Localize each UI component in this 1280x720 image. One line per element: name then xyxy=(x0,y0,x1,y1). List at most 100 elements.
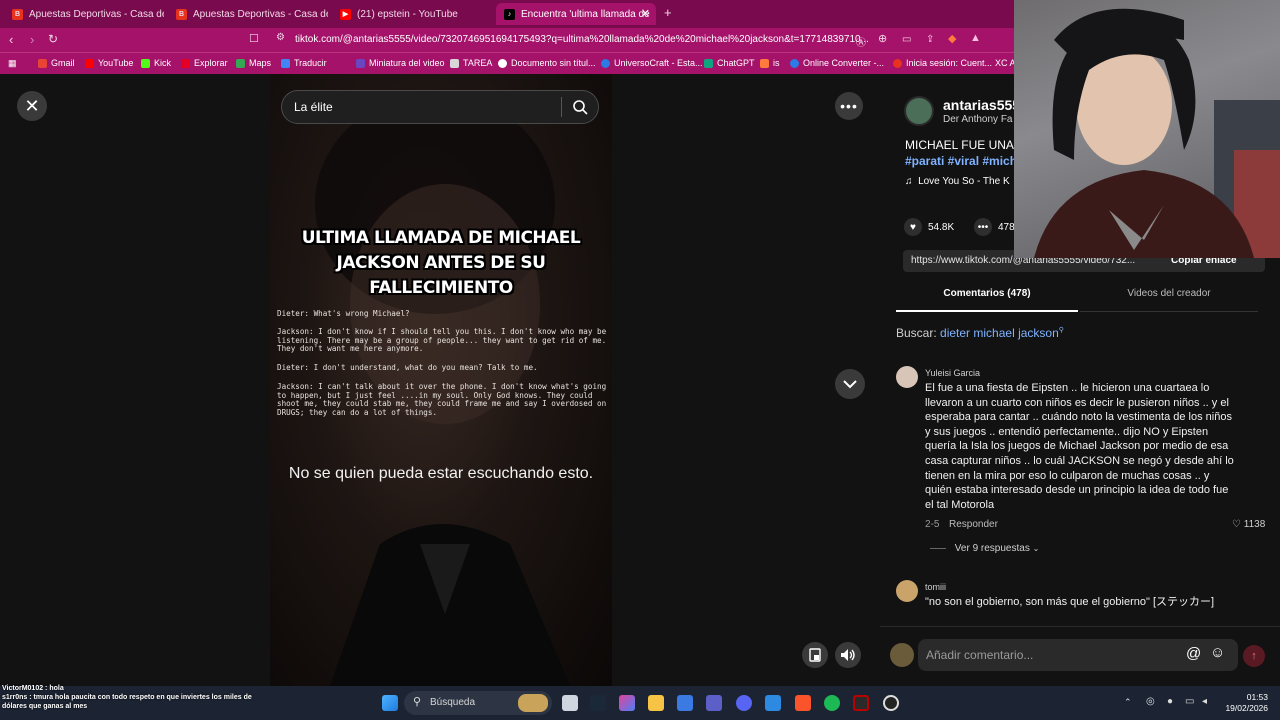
chevron-up-icon[interactable]: ⌃ xyxy=(1124,697,1132,708)
music-link[interactable]: ♫ Love You So - The K xyxy=(905,176,1010,187)
search-term[interactable]: dieter michael jackson xyxy=(940,326,1059,340)
send-comment-button[interactable]: ↑ xyxy=(1243,645,1265,667)
comment-composer: Añadir comentario... @ ☺ ↑ xyxy=(880,626,1280,686)
bookmark-gmail[interactable]: Gmail xyxy=(38,58,75,68)
bookmark-kick[interactable]: Kick xyxy=(141,58,171,68)
microphone-icon[interactable]: ● xyxy=(1167,696,1173,707)
divider-line xyxy=(930,547,946,549)
search-input[interactable]: La élite xyxy=(294,100,333,114)
browser-tab[interactable]: ▶ (21) epstein - YouTube xyxy=(332,3,492,25)
translate-icon[interactable]: Ⓐ xyxy=(856,34,866,49)
bookmark-miniatura[interactable]: Miniatura del video xyxy=(356,58,445,68)
app-icon[interactable] xyxy=(853,695,869,711)
mail-icon[interactable] xyxy=(765,695,781,711)
emoji-icon[interactable]: ☺ xyxy=(1210,644,1225,661)
task-view-icon[interactable] xyxy=(562,695,578,711)
webcam-feed xyxy=(1034,8,1280,258)
url-field[interactable]: tiktok.com/@antarias5555/video/732074695… xyxy=(295,34,869,45)
browser-tab[interactable]: B Apuestas Deportivas - Casa de Apue xyxy=(4,3,164,25)
heart-outline-icon: ♡ xyxy=(1232,519,1241,530)
system-clock[interactable]: 01:53 19/02/2026 xyxy=(1218,692,1268,714)
tab-label: Encuentra 'ultima llamada de xyxy=(521,8,650,20)
pip-icon xyxy=(809,648,821,662)
mention-icon[interactable]: @ xyxy=(1186,645,1201,662)
browser-tab-active[interactable]: ♪ Encuentra 'ultima llamada de ✕ xyxy=(496,3,656,25)
bookmark-explorar[interactable]: Explorar xyxy=(181,58,228,68)
close-icon[interactable]: ✕ xyxy=(17,91,47,121)
steam-icon[interactable] xyxy=(590,695,606,711)
taskbar-search[interactable]: ⚲ Búsqueda xyxy=(404,691,552,715)
share-icon[interactable]: ⇪ xyxy=(926,34,934,45)
commenter-avatar[interactable] xyxy=(896,580,918,602)
commenter-avatar[interactable] xyxy=(896,366,918,388)
calendar-icon[interactable] xyxy=(677,695,693,711)
bookmark-xc[interactable]: XC A xyxy=(995,58,1016,68)
windows-start-icon[interactable] xyxy=(382,695,398,711)
casino-icon: B xyxy=(176,8,187,20)
commenter-name[interactable]: Yuleisi Garcia xyxy=(925,368,980,378)
discord-icon[interactable] xyxy=(736,695,752,711)
bookmark-tarea[interactable]: TAREA xyxy=(450,58,492,68)
bookmark-youtube[interactable]: YouTube xyxy=(85,58,133,68)
bookmark-chatgpt[interactable]: ChatGPT xyxy=(704,58,755,68)
reply-button[interactable]: Responder xyxy=(949,519,998,530)
view-replies-button[interactable]: Ver 9 respuestas ⌄ xyxy=(930,543,1039,554)
pip-button[interactable] xyxy=(802,642,828,668)
dialog-line: Dieter: What's wrong Michael? xyxy=(277,309,410,318)
search-bar[interactable]: La élite xyxy=(281,90,599,124)
comment-button[interactable]: ••• 478 xyxy=(974,218,1015,236)
comment-like-button[interactable]: ♡ 1138 xyxy=(1232,519,1265,530)
dialog-line: Dieter: I don't understand, what do you … xyxy=(277,363,538,372)
speaker-icon[interactable]: ◂ xyxy=(1202,696,1207,707)
search-icon[interactable] xyxy=(572,99,588,115)
spotify-icon[interactable] xyxy=(824,695,840,711)
forward-icon[interactable]: › xyxy=(30,32,34,47)
search-highlight-icon xyxy=(518,694,548,712)
author-avatar[interactable] xyxy=(904,96,934,126)
rewards-icon[interactable]: ▲ xyxy=(970,32,981,44)
back-icon[interactable]: ‹ xyxy=(9,32,13,47)
video-player[interactable] xyxy=(270,74,612,686)
bookmark-inicia-sesion[interactable]: Inicia sesión: Cuent... xyxy=(893,58,992,68)
reload-icon[interactable]: ↻ xyxy=(48,32,58,46)
copilot-icon[interactable] xyxy=(619,695,635,711)
bookmark-is[interactable]: is xyxy=(760,58,780,68)
comment-search-suggestion[interactable]: Buscar: dieter michael jackson⚲ xyxy=(896,326,1064,340)
brave-icon[interactable] xyxy=(795,695,811,711)
more-options-icon[interactable]: ••• xyxy=(835,92,863,120)
post-hashtags[interactable]: #parati #viral #mich xyxy=(905,154,1017,168)
bookmark-maps[interactable]: Maps xyxy=(236,58,271,68)
file-explorer-icon[interactable] xyxy=(648,695,664,711)
dialog-line: Jackson: I don't know if I should tell y… xyxy=(277,327,607,354)
apps-grid-icon[interactable]: ▦ xyxy=(8,58,17,69)
tab-creator-videos[interactable]: Videos del creador xyxy=(1080,288,1258,312)
next-video-button[interactable] xyxy=(835,369,865,399)
new-tab-icon[interactable]: + xyxy=(664,5,672,20)
bookmark-online-converter[interactable]: Online Converter -... xyxy=(790,58,884,68)
bookmark-traducir[interactable]: Traducir xyxy=(281,58,327,68)
search-icon: ⚲ xyxy=(1058,327,1064,334)
view-replies-label: Ver 9 respuestas xyxy=(954,543,1030,554)
close-tab-icon[interactable]: ✕ xyxy=(641,7,650,20)
tab-label: Apuestas Deportivas - Casa de Apue xyxy=(193,8,328,20)
network-icon[interactable]: ▭ xyxy=(1185,696,1194,707)
teams-icon[interactable] xyxy=(706,695,722,711)
obs-icon[interactable] xyxy=(883,695,899,711)
tray-icon[interactable]: ◎ xyxy=(1146,696,1155,707)
commenter-name[interactable]: tomiii xyxy=(925,582,946,592)
bookmark-universocraft[interactable]: UniversoCraft - Esta... xyxy=(601,58,703,68)
tab-comments[interactable]: Comentarios (478) xyxy=(896,288,1078,312)
bookmark-icon[interactable]: ☐ xyxy=(249,32,259,45)
brave-shield-icon[interactable]: ◆ xyxy=(948,32,956,45)
like-button[interactable]: ♥ 54.8K xyxy=(904,218,954,236)
search-icon: ⚲ xyxy=(413,696,422,708)
cast-icon[interactable]: ▭ xyxy=(902,34,911,45)
site-info-icon[interactable]: ⚙ xyxy=(276,32,285,43)
zoom-icon[interactable]: ⊕ xyxy=(878,32,887,45)
browser-tab[interactable]: B Apuestas Deportivas - Casa de Apue xyxy=(168,3,328,25)
tiktok-icon: ♪ xyxy=(504,8,515,20)
bookmark-documento[interactable]: Documento sin títul... xyxy=(498,58,596,68)
comment-input[interactable]: Añadir comentario... @ ☺ xyxy=(918,639,1238,671)
author-subtitle: Der Anthony Fa xyxy=(943,114,1013,125)
volume-button[interactable] xyxy=(835,642,861,668)
